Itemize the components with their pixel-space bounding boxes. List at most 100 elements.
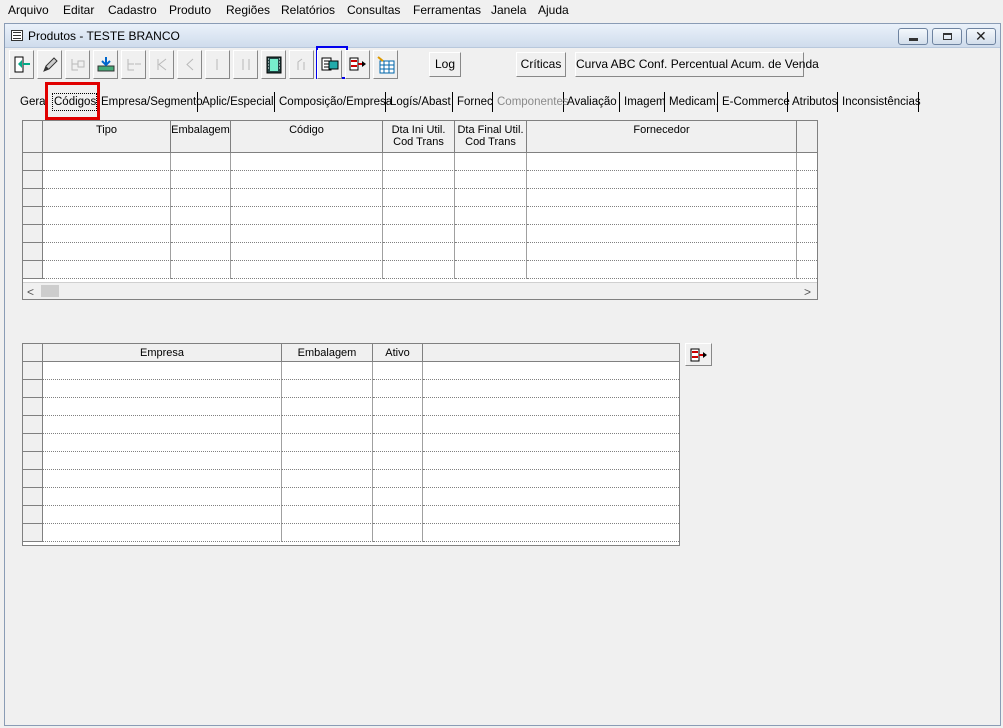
grid-cell[interactable]	[423, 506, 679, 524]
grid-cell[interactable]	[171, 153, 231, 171]
column-header[interactable]: Empresa	[43, 344, 282, 362]
grid-cell[interactable]	[373, 452, 423, 470]
grid-cell[interactable]	[282, 434, 373, 452]
menu-item-cadastro[interactable]: Cadastro	[108, 3, 157, 17]
grid-cell[interactable]	[455, 225, 527, 243]
column-header[interactable]: Embalagem	[282, 344, 373, 362]
row-header[interactable]	[23, 171, 43, 189]
menu-item-ajuda[interactable]: Ajuda	[538, 3, 569, 17]
row-header[interactable]	[23, 524, 43, 542]
grid-cell[interactable]	[43, 261, 171, 279]
pencil-button[interactable]	[37, 50, 62, 79]
row-header[interactable]	[23, 488, 43, 506]
grid-cell[interactable]	[43, 380, 282, 398]
grid-cell[interactable]	[423, 524, 679, 542]
grid-cell[interactable]	[282, 380, 373, 398]
grid-cell[interactable]	[383, 261, 455, 279]
grid-cell[interactable]	[43, 153, 171, 171]
row-header[interactable]	[23, 506, 43, 524]
codigos-grid[interactable]: Tipo Embalagem Código Dta Ini Util. Cod Tran…	[22, 120, 818, 300]
undo-button[interactable]	[289, 50, 314, 79]
grid-cell[interactable]	[282, 452, 373, 470]
grid-cell[interactable]	[383, 225, 455, 243]
menu-item-arquivo[interactable]: Arquivo	[8, 3, 49, 17]
grid-cell[interactable]	[527, 207, 797, 225]
tab-avaliacao[interactable]: Avaliação	[566, 92, 620, 112]
log-button[interactable]: Log	[429, 52, 461, 77]
grid-cell[interactable]	[383, 243, 455, 261]
row-header[interactable]	[23, 207, 43, 225]
minimize-button[interactable]	[898, 28, 928, 45]
grid-cell[interactable]	[282, 362, 373, 380]
tree-add-button[interactable]	[65, 50, 90, 79]
menu-item-regi-es[interactable]: Regiões	[226, 3, 270, 17]
grid-cell[interactable]	[43, 207, 171, 225]
row-header[interactable]	[23, 452, 43, 470]
grid-cell[interactable]	[282, 398, 373, 416]
column-header[interactable]: Embalagem	[171, 121, 231, 153]
tab-componentes[interactable]: Componentes	[496, 92, 569, 112]
grid-cell[interactable]	[373, 362, 423, 380]
grid-cell[interactable]	[171, 243, 231, 261]
scroll-left-icon[interactable]: <	[27, 285, 34, 299]
tree-remove-button[interactable]	[121, 50, 146, 79]
grid-cell[interactable]	[43, 243, 171, 261]
row-header[interactable]	[23, 398, 43, 416]
column-header[interactable]: Dta Ini Util. Cod Trans	[383, 121, 455, 153]
row-header[interactable]	[23, 416, 43, 434]
grid-cell[interactable]	[43, 452, 282, 470]
grid-cell[interactable]	[455, 261, 527, 279]
grid-cell[interactable]	[797, 225, 817, 243]
row-header[interactable]	[23, 380, 43, 398]
grid-cell[interactable]	[171, 171, 231, 189]
curva-abc-button[interactable]: Curva ABC Conf. Percentual Acum. de Vend…	[575, 52, 819, 77]
grid-cell[interactable]	[423, 434, 679, 452]
menu-item-editar[interactable]: Editar	[63, 3, 94, 17]
save-tray-button[interactable]	[93, 50, 118, 79]
grid-cell[interactable]	[373, 416, 423, 434]
column-header[interactable]	[423, 344, 679, 362]
grid-cell[interactable]	[43, 506, 282, 524]
tab-logis-abast[interactable]: Logís/Abast	[389, 92, 453, 112]
grid-cell[interactable]	[383, 207, 455, 225]
menu-item-ferramentas[interactable]: Ferramentas	[413, 3, 481, 17]
column-header[interactable]: Código	[231, 121, 383, 153]
row-header[interactable]	[23, 362, 43, 380]
grid-cell[interactable]	[43, 225, 171, 243]
scroll-right-icon[interactable]: >	[804, 285, 811, 299]
grid-cell[interactable]	[43, 189, 171, 207]
grid-cell[interactable]	[527, 243, 797, 261]
close-button[interactable]: ✕	[966, 28, 996, 45]
grid-cell[interactable]	[282, 488, 373, 506]
tab-atributos[interactable]: Atributos	[791, 92, 838, 112]
grid-cell[interactable]	[383, 189, 455, 207]
grid-cell[interactable]	[171, 261, 231, 279]
grid-cell[interactable]	[231, 189, 383, 207]
grid-cell[interactable]	[43, 362, 282, 380]
column-header[interactable]: Tipo	[43, 121, 171, 153]
grid-cell[interactable]	[43, 171, 171, 189]
grid-cell[interactable]	[455, 171, 527, 189]
row-header[interactable]	[23, 434, 43, 452]
window-titlebar[interactable]: Produtos - TESTE BRANCO ✕	[5, 24, 1000, 48]
grid-cell[interactable]	[373, 488, 423, 506]
grid-cell[interactable]	[455, 153, 527, 171]
import-button[interactable]	[345, 50, 370, 79]
grid-cell[interactable]	[43, 524, 282, 542]
grid-cell[interactable]	[423, 398, 679, 416]
tab-inconsistencias[interactable]: Inconsistências	[841, 92, 921, 112]
column-header[interactable]: Ativo	[373, 344, 423, 362]
column-header[interactable]	[797, 121, 817, 153]
grid-cell[interactable]	[423, 452, 679, 470]
grid-cell[interactable]	[527, 171, 797, 189]
grid-cell[interactable]	[797, 171, 817, 189]
grid-cell[interactable]	[373, 470, 423, 488]
import-button[interactable]	[685, 343, 712, 366]
grid-cell[interactable]	[171, 225, 231, 243]
column-header[interactable]: Fornecedor	[527, 121, 797, 153]
grid-cell[interactable]	[455, 207, 527, 225]
criticas-button[interactable]: Críticas	[516, 52, 566, 77]
grid-cell[interactable]	[797, 189, 817, 207]
row-header[interactable]	[23, 470, 43, 488]
tab-aplic-especial[interactable]: Aplic/Especial	[201, 92, 275, 112]
